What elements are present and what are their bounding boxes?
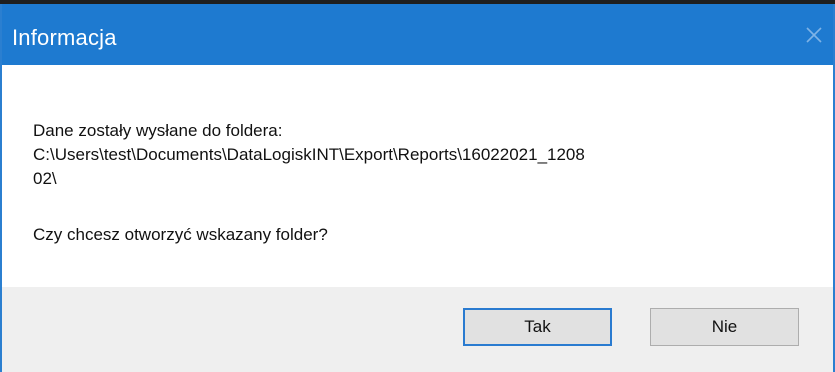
message-path-line: C:\Users\test\Documents\DataLogiskINT\Ex… xyxy=(33,145,585,164)
message-question: Czy chcesz otworzyć wskazany folder? xyxy=(33,225,328,244)
dialog-titlebar[interactable]: Informacja xyxy=(2,4,833,65)
dialog-title: Informacja xyxy=(12,25,117,50)
message-dialog: Informacja Dane zostały wysłane do folde… xyxy=(0,4,835,372)
page: Informacja Dane zostały wysłane do folde… xyxy=(0,0,835,372)
yes-button[interactable]: Tak xyxy=(463,308,612,346)
dialog-content: Dane zostały wysłane do foldera: C:\User… xyxy=(2,65,833,287)
message-path-continuation: 02\ xyxy=(33,169,57,188)
message-line-1: Dane zostały wysłane do foldera: xyxy=(33,121,283,140)
close-button[interactable] xyxy=(801,22,827,48)
close-icon xyxy=(806,27,822,43)
dialog-footer: Tak Nie xyxy=(2,287,833,372)
no-button[interactable]: Nie xyxy=(650,308,799,346)
